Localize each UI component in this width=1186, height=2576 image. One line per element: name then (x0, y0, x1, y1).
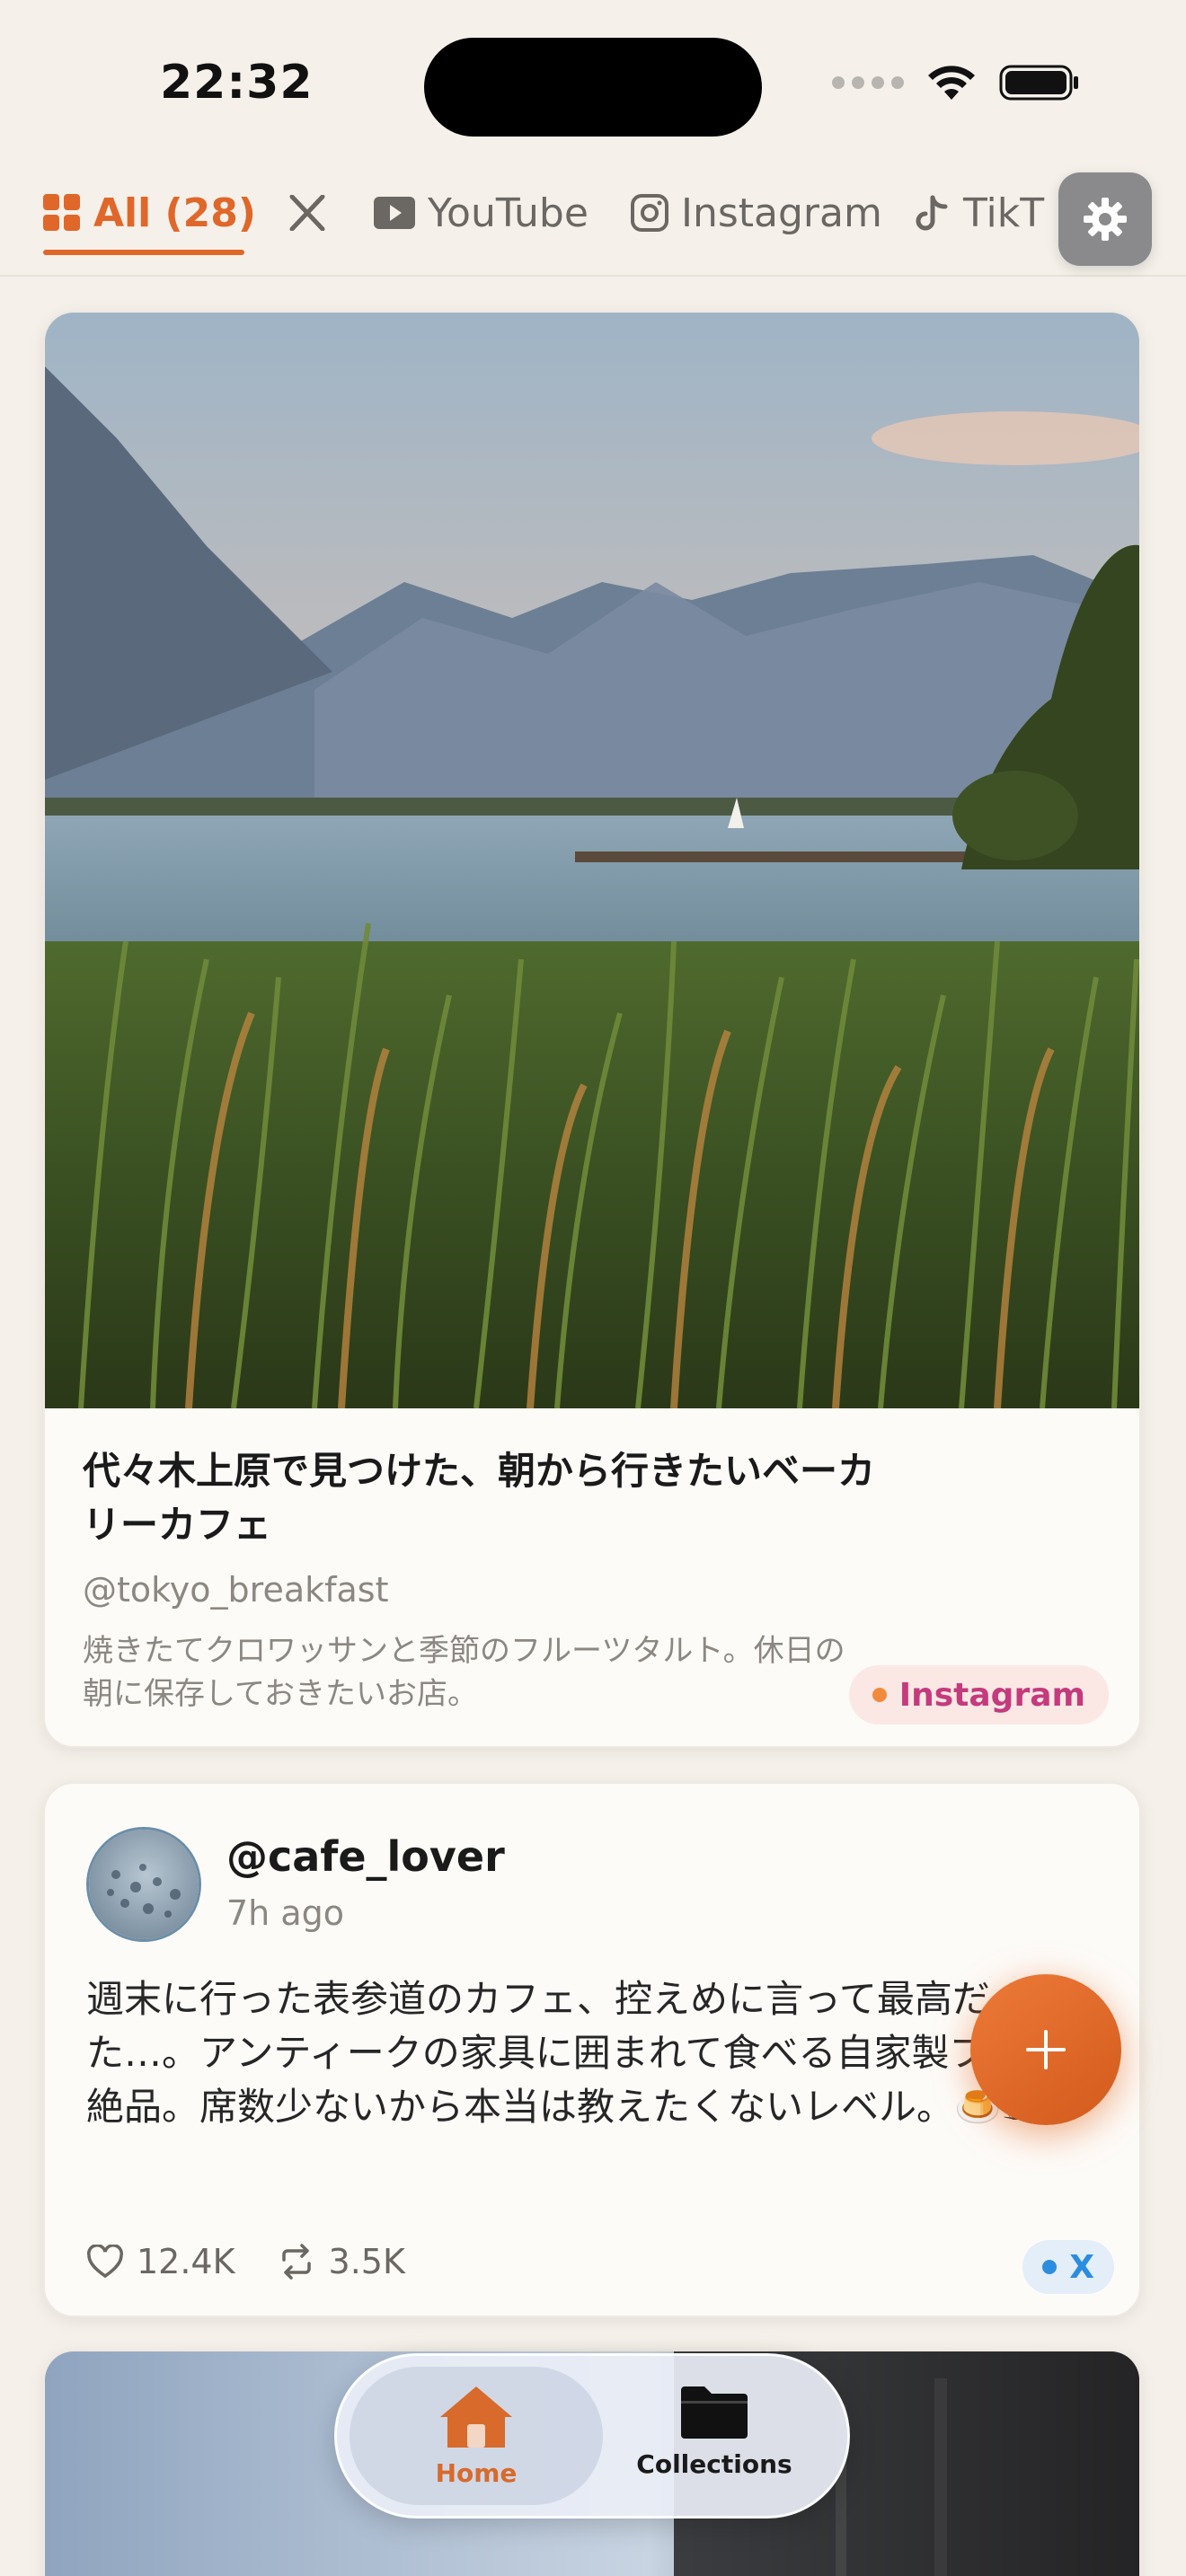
dynamic-island (424, 38, 762, 137)
battery-icon (999, 65, 1078, 101)
platform-badge-instagram: Instagram (848, 1665, 1109, 1725)
grid-icon (43, 194, 80, 231)
tab-youtube-label: YouTube (428, 190, 589, 236)
wifi-icon (928, 66, 975, 100)
bottom-nav: Home Collections (334, 2353, 850, 2519)
tab-instagram[interactable]: Instagram (631, 185, 882, 241)
repost-icon (281, 2244, 311, 2280)
youtube-icon (374, 197, 415, 229)
status-bar: 22:32 (0, 0, 1186, 162)
app-screen: 22:32 All (28) YouTube Instagram TikT 代々… (0, 0, 1186, 2576)
tab-all[interactable]: All (28) (43, 185, 256, 241)
like-count: 12.4K (137, 2242, 235, 2281)
post-timestamp: 7h ago (226, 1893, 344, 1933)
add-button[interactable] (970, 1974, 1121, 2125)
settings-button[interactable] (1058, 172, 1152, 266)
nav-home-label: Home (435, 2458, 518, 2488)
tab-instagram-label: Instagram (681, 190, 882, 236)
tab-x[interactable] (289, 185, 325, 241)
status-icons (832, 63, 1080, 102)
badge-dot-icon (1042, 2260, 1058, 2274)
filter-tabs: All (28) YouTube Instagram TikT (0, 169, 1186, 277)
gear-icon (1084, 198, 1127, 241)
lake-mountain-photo (45, 313, 1139, 1408)
repost-count: 3.5K (328, 2242, 405, 2281)
home-icon (440, 2386, 512, 2448)
card-description: 焼きたてクロワッサンと季節のフルーツタルト。休日の朝に保存しておきたいお店。 (83, 1633, 845, 1712)
active-tab-indicator (43, 250, 244, 255)
status-time: 22:32 (160, 56, 314, 110)
like-stat[interactable]: 12.4K (86, 2242, 235, 2281)
instagram-icon (631, 194, 668, 232)
card-handle: @tokyo_breakfast (83, 1570, 389, 1610)
nav-home[interactable]: Home (359, 2383, 593, 2488)
platform-badge-label: X (1069, 2248, 1094, 2286)
x-logo-icon (289, 195, 325, 231)
signal-icon (832, 76, 904, 89)
card-title: 代々木上原で見つけた、朝から行きたいベーカリーカフェ (83, 1449, 876, 1547)
platform-badge-label: Instagram (898, 1676, 1085, 1714)
post-text: 週末に行った表参道のカフェ、控えめに言って最高だった…。アンティークの家具に囲ま… (86, 1977, 1101, 2129)
nav-collections[interactable]: Collections (597, 2383, 831, 2479)
nav-collections-label: Collections (636, 2449, 792, 2479)
instagram-card[interactable]: 代々木上原で見つけた、朝から行きたいベーカリーカフェ @tokyo_breakf… (43, 311, 1141, 1748)
post-username[interactable]: @cafe_lover (226, 1832, 505, 1881)
tab-tiktok[interactable]: TikT (915, 185, 1044, 241)
badge-dot-icon (872, 1688, 887, 1702)
post-stats: 12.4K 3.5K (86, 2242, 405, 2281)
tab-all-label: All (28) (93, 190, 256, 236)
folder-icon (681, 2386, 748, 2439)
heart-icon (87, 2245, 123, 2279)
platform-badge-x: X (1022, 2240, 1114, 2294)
tiktok-icon (916, 195, 948, 231)
repost-stat[interactable]: 3.5K (277, 2242, 405, 2281)
tab-tiktok-label: TikT (963, 190, 1045, 236)
tab-youtube[interactable]: YouTube (374, 185, 589, 241)
avatar[interactable] (86, 1827, 201, 1942)
plus-icon (1026, 2030, 1066, 2069)
